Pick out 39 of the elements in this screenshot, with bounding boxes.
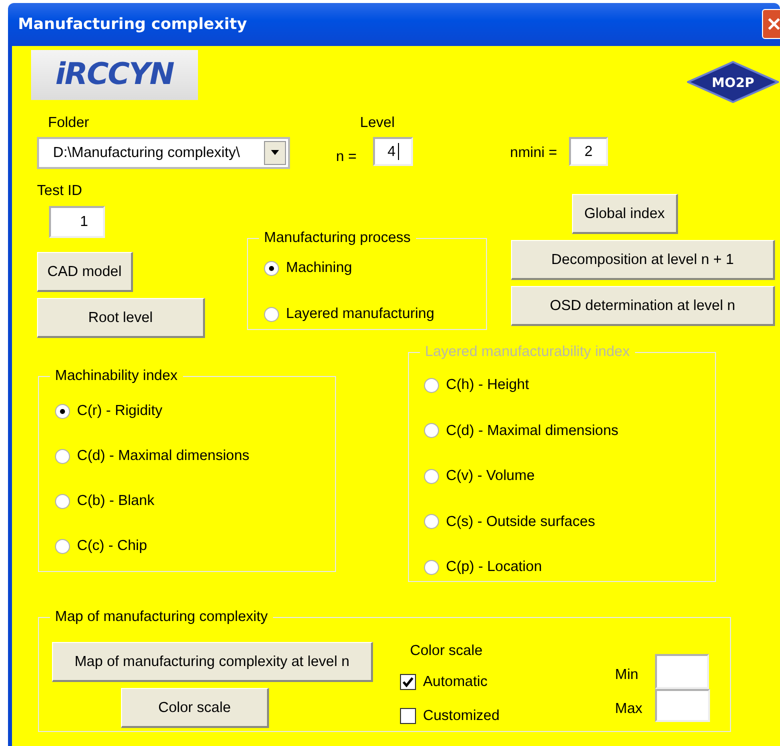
input-field[interactable] bbox=[655, 654, 709, 689]
group-title: Manufacturing process bbox=[259, 229, 416, 247]
radio-option[interactable]: C(d) - Maximal dimensions bbox=[55, 447, 250, 465]
radio-option[interactable]: C(c) - Chip bbox=[55, 537, 148, 555]
checkbox-option[interactable]: Customized bbox=[400, 707, 500, 725]
group-title: Map of manufacturing complexity bbox=[50, 608, 273, 626]
input-field[interactable]: 2 bbox=[569, 137, 608, 166]
form-button[interactable]: Map of manufacturing complexity at level n bbox=[52, 642, 373, 682]
checkbox[interactable] bbox=[400, 708, 416, 724]
group-title: Machinability index bbox=[50, 367, 183, 385]
group-title: Layered manufacturability index bbox=[420, 343, 635, 361]
form-button[interactable]: OSD determination at level n bbox=[511, 286, 775, 326]
input-field[interactable]: 4 bbox=[373, 137, 413, 166]
field-label: Test ID bbox=[37, 183, 82, 199]
radio-option[interactable]: Layered manufacturing bbox=[264, 305, 434, 323]
form-button[interactable]: Color scale bbox=[121, 688, 269, 728]
form-button[interactable]: Global index bbox=[572, 194, 678, 234]
field-label: Max bbox=[615, 701, 642, 717]
folder-dropdown[interactable]: D:\Manufacturing complexity\ bbox=[37, 137, 290, 169]
field-label: nmini = bbox=[510, 145, 558, 161]
logo: iRCCYN bbox=[31, 50, 198, 100]
field-label: n = bbox=[336, 149, 357, 165]
field-label: Min bbox=[615, 667, 638, 683]
window-title: Manufacturing complexity bbox=[18, 15, 248, 33]
input-field[interactable]: 1 bbox=[49, 206, 105, 238]
form-button[interactable]: Root level bbox=[37, 298, 205, 338]
form-button[interactable]: Decomposition at level n + 1 bbox=[511, 240, 775, 280]
input-field[interactable] bbox=[655, 689, 710, 722]
field-label: Level bbox=[360, 115, 395, 131]
radio-option[interactable]: Machining bbox=[264, 259, 352, 277]
field-label: Folder bbox=[48, 115, 90, 131]
radio-option[interactable]: C(r) - Rigidity bbox=[55, 402, 162, 420]
form-button[interactable]: CAD model bbox=[37, 252, 133, 292]
field-label: Color scale bbox=[410, 643, 483, 659]
close-icon bbox=[767, 17, 780, 31]
checkbox-option[interactable]: Automatic bbox=[400, 673, 488, 691]
radio-option[interactable]: C(b) - Blank bbox=[55, 492, 154, 510]
logo: MO2P bbox=[687, 61, 779, 103]
checkbox[interactable] bbox=[400, 674, 416, 690]
